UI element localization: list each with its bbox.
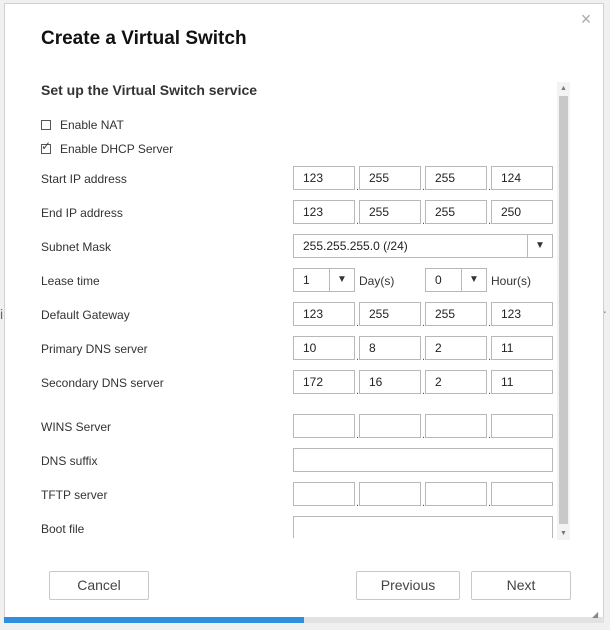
- end-ip-octet-2[interactable]: 255: [359, 200, 421, 224]
- tftp-octet-4[interactable]: [491, 482, 553, 506]
- lease-days-select[interactable]: 1 ▼: [293, 268, 355, 292]
- lease-days-value: 1: [303, 273, 310, 287]
- scroll-down-icon[interactable]: ▼: [557, 527, 570, 540]
- form-scrollbar[interactable]: ▲ ▼: [557, 82, 570, 540]
- primary-dns-octet-3[interactable]: 2: [425, 336, 487, 360]
- boot-file-input[interactable]: [293, 516, 553, 538]
- enable-nat-checkbox[interactable]: [41, 120, 51, 130]
- chevron-down-icon[interactable]: ▼: [329, 269, 354, 291]
- wins-octet-2[interactable]: [359, 414, 421, 438]
- close-icon[interactable]: ×: [577, 10, 595, 28]
- dns-suffix-label: DNS suffix: [41, 454, 98, 468]
- end-ip-octet-3[interactable]: 255: [425, 200, 487, 224]
- days-unit-label: Day(s): [359, 274, 395, 288]
- enable-nat-label: Enable NAT: [60, 118, 124, 132]
- secondary-dns-octet-3[interactable]: 2: [425, 370, 487, 394]
- gateway-octet-3[interactable]: 255: [425, 302, 487, 326]
- end-ip-label: End IP address: [41, 206, 123, 220]
- end-ip-octet-1[interactable]: 123: [293, 200, 355, 224]
- tftp-octet-1[interactable]: [293, 482, 355, 506]
- background-text-left: i: [0, 306, 4, 322]
- start-ip-octet-1[interactable]: 123: [293, 166, 355, 190]
- next-button[interactable]: Next: [471, 571, 571, 600]
- scrollbar-thumb[interactable]: [559, 96, 568, 524]
- primary-dns-octet-2[interactable]: 8: [359, 336, 421, 360]
- default-gateway-label: Default Gateway: [41, 308, 130, 322]
- wins-server-label: WINS Server: [41, 420, 112, 434]
- chevron-down-icon[interactable]: ▼: [527, 235, 552, 257]
- start-ip-octet-4[interactable]: 124: [491, 166, 553, 190]
- create-virtual-switch-dialog: × Create a Virtual Switch Set up the Vir…: [4, 3, 604, 623]
- primary-dns-octet-4[interactable]: 11: [491, 336, 553, 360]
- wizard-progress-bar: [4, 617, 604, 623]
- secondary-dns-octet-4[interactable]: 11: [491, 370, 553, 394]
- hours-unit-label: Hour(s): [491, 274, 532, 288]
- chevron-down-icon[interactable]: ▼: [461, 269, 486, 291]
- gateway-octet-2[interactable]: 255: [359, 302, 421, 326]
- check-icon: ✓: [41, 139, 52, 153]
- primary-dns-label: Primary DNS server: [41, 342, 148, 356]
- start-ip-label: Start IP address: [41, 172, 127, 186]
- start-ip-octet-3[interactable]: 255: [425, 166, 487, 190]
- secondary-dns-label: Secondary DNS server: [41, 376, 164, 390]
- subnet-mask-label: Subnet Mask: [41, 240, 112, 254]
- tftp-server-label: TFTP server: [41, 488, 108, 502]
- secondary-dns-octet-1[interactable]: 172: [293, 370, 355, 394]
- enable-dhcp-option[interactable]: ✓ Enable DHCP Server: [41, 140, 174, 156]
- scroll-up-icon[interactable]: ▲: [557, 82, 570, 95]
- wins-octet-4[interactable]: [491, 414, 553, 438]
- previous-button[interactable]: Previous: [356, 571, 460, 600]
- enable-dhcp-checkbox[interactable]: ✓: [41, 140, 51, 154]
- wins-octet-3[interactable]: [425, 414, 487, 438]
- enable-nat-option[interactable]: Enable NAT: [41, 118, 124, 132]
- primary-dns-octet-1[interactable]: 10: [293, 336, 355, 360]
- start-ip-octet-2[interactable]: 255: [359, 166, 421, 190]
- end-ip-octet-4[interactable]: 250: [491, 200, 553, 224]
- cancel-button[interactable]: Cancel: [49, 571, 149, 600]
- gateway-octet-1[interactable]: 123: [293, 302, 355, 326]
- subnet-mask-value: 255.255.255.0 (/24): [303, 239, 408, 253]
- wizard-progress-fill: [4, 617, 304, 623]
- wins-octet-1[interactable]: [293, 414, 355, 438]
- tftp-octet-3[interactable]: [425, 482, 487, 506]
- lease-hours-value: 0: [435, 273, 442, 287]
- resize-grip-icon[interactable]: ◢: [592, 611, 600, 619]
- gateway-octet-4[interactable]: 123: [491, 302, 553, 326]
- boot-file-label: Boot file: [41, 522, 85, 536]
- dialog-title: Create a Virtual Switch: [41, 28, 247, 49]
- enable-dhcp-label: Enable DHCP Server: [60, 142, 174, 156]
- tftp-octet-2[interactable]: [359, 482, 421, 506]
- lease-time-label: Lease time: [41, 274, 100, 288]
- section-title: Set up the Virtual Switch service: [41, 82, 258, 98]
- lease-hours-select[interactable]: 0 ▼: [425, 268, 487, 292]
- subnet-mask-select[interactable]: 255.255.255.0 (/24) ▼: [293, 234, 553, 258]
- secondary-dns-octet-2[interactable]: 16: [359, 370, 421, 394]
- dns-suffix-input[interactable]: [293, 448, 553, 472]
